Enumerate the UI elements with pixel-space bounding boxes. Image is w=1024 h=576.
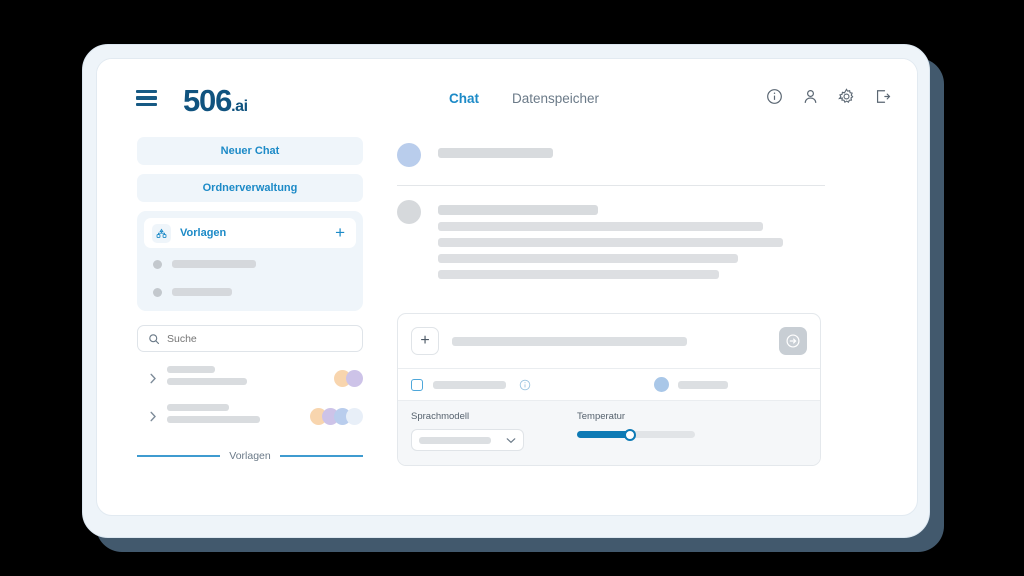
avatar [346, 407, 363, 425]
temperature-slider[interactable] [577, 428, 695, 441]
sidebar-divider: Vorlagen [137, 450, 364, 462]
search-input[interactable] [167, 332, 352, 345]
attach-button[interactable]: + [411, 327, 439, 355]
main-navigation: Chat Datenspeicher [449, 91, 599, 106]
info-icon[interactable] [519, 379, 531, 391]
chevron-down-icon [506, 437, 516, 443]
message-content-placeholder [438, 143, 825, 167]
avatar [397, 200, 421, 224]
chat-message-user [397, 137, 825, 175]
template-bullet [153, 259, 162, 269]
send-button[interactable] [779, 327, 807, 355]
message-input-placeholder [452, 336, 687, 346]
info-icon[interactable] [766, 88, 783, 105]
hamburger-bar [136, 90, 157, 94]
option-avatar [654, 377, 669, 392]
sitemap-icon [152, 223, 171, 243]
message-composer: + Sprachmodell Temperatur [397, 313, 821, 466]
logout-icon[interactable] [874, 88, 891, 105]
logo-suffix: .ai [231, 98, 248, 115]
template-item[interactable] [144, 280, 356, 304]
template-name-placeholder [172, 288, 232, 296]
chat-message-list [397, 137, 825, 294]
logo-number: 506 [183, 83, 232, 118]
model-select[interactable] [411, 429, 524, 451]
temperature-slider-thumb[interactable] [624, 428, 637, 441]
hamburger-bar [136, 96, 157, 100]
hamburger-menu-icon[interactable] [136, 90, 157, 106]
divider-line [279, 455, 364, 457]
avatar [397, 143, 421, 167]
temperature-slider-fill [577, 431, 631, 438]
temperature-group: Temperatur [577, 411, 695, 451]
tab-datenspeicher[interactable]: Datenspeicher [512, 91, 599, 106]
send-arrow-icon [786, 334, 800, 348]
sidebar: Neuer Chat Ordnerverwaltung Vorlagen + S… [137, 137, 364, 462]
template-name-placeholder [172, 260, 256, 268]
folder-row[interactable] [137, 366, 363, 390]
message-divider [397, 185, 825, 186]
search-icon [149, 333, 160, 344]
model-value-placeholder [419, 436, 491, 444]
tab-chat[interactable]: Chat [449, 91, 479, 106]
composer-options-row [398, 368, 820, 400]
divider-line [137, 455, 221, 457]
folder-management-button[interactable]: Ordnerverwaltung [137, 174, 363, 202]
templates-label: Vorlagen [180, 227, 227, 239]
user-icon[interactable] [802, 88, 819, 105]
template-item[interactable] [144, 252, 356, 276]
model-label: Sprachmodell [411, 411, 470, 422]
folder-avatar-group [310, 407, 363, 425]
folder-row[interactable] [137, 404, 363, 428]
app-window: 506 .ai Chat Datenspeicher Neuer Chat Or… [96, 58, 918, 516]
templates-header[interactable]: Vorlagen + [144, 218, 356, 248]
add-template-button[interactable]: + [332, 224, 348, 241]
message-content-placeholder [438, 200, 825, 286]
brand-logo[interactable]: 506 .ai [183, 85, 248, 116]
templates-panel: Vorlagen + [137, 211, 363, 311]
divider-label: Vorlagen [229, 450, 271, 462]
folder-name-placeholder [167, 404, 310, 428]
new-chat-button[interactable]: Neuer Chat [137, 137, 363, 165]
option-checkbox[interactable] [411, 378, 423, 391]
model-group: Sprachmodell [411, 411, 524, 451]
app-header: 506 .ai Chat Datenspeicher [97, 59, 917, 127]
temperature-label: Temperatur [577, 411, 626, 422]
avatar [346, 369, 363, 387]
option-value-placeholder [678, 380, 728, 389]
header-actions [766, 88, 891, 105]
message-input[interactable] [452, 327, 766, 355]
hamburger-bar [136, 102, 157, 106]
chat-message-assistant [397, 194, 825, 294]
gear-icon[interactable] [838, 88, 855, 105]
composer-settings-row: Sprachmodell Temperatur [398, 400, 820, 465]
folder-avatar-group [334, 369, 363, 387]
template-bullet [153, 287, 162, 297]
search-box[interactable] [137, 325, 363, 352]
chevron-right-icon[interactable] [149, 373, 157, 384]
option-label-placeholder [433, 380, 506, 389]
folder-name-placeholder [167, 366, 334, 390]
chevron-right-icon[interactable] [149, 411, 157, 422]
composer-input-row: + [398, 314, 820, 368]
